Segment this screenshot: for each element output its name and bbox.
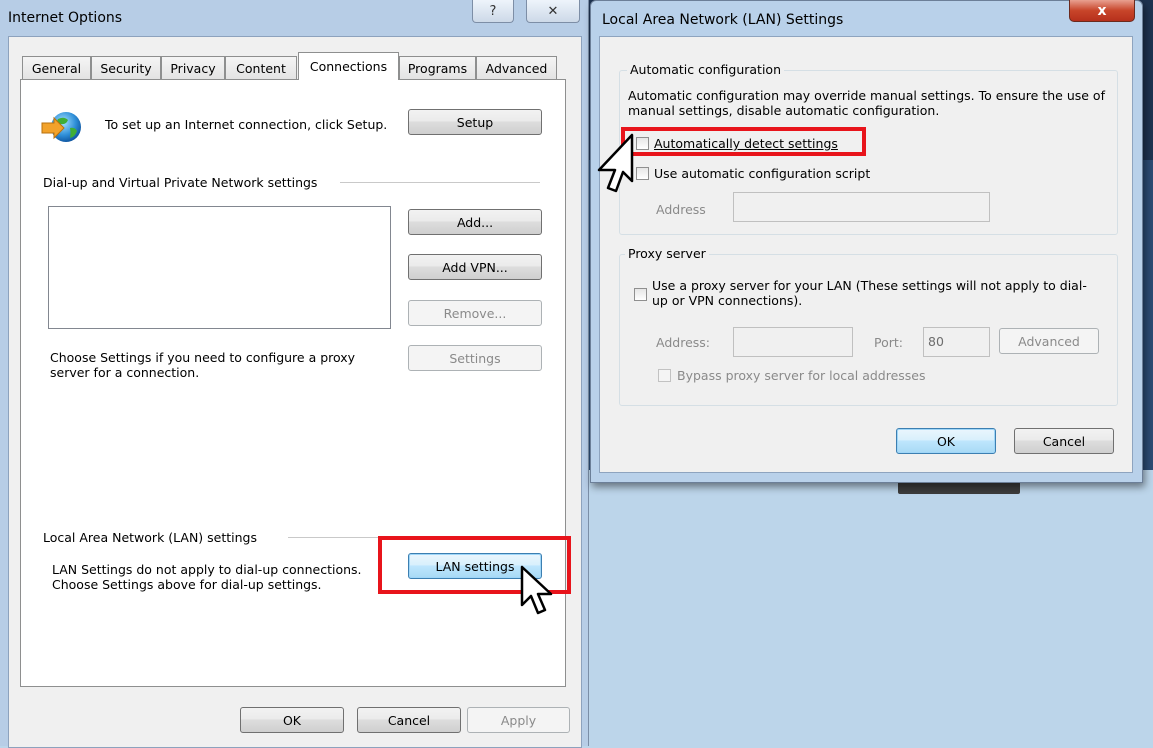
network-globe-icon [41,112,81,142]
connections-panel [20,79,566,687]
connections-listbox[interactable] [48,206,391,329]
settings-instruction-text: Choose Settings if you need to configure… [50,350,356,380]
close-icon: x [1097,2,1107,19]
tab-security[interactable]: Security [91,56,161,79]
lan-close-button[interactable]: x [1069,0,1135,22]
lan-group-label: Local Area Network (LAN) settings [43,530,258,545]
ok-button[interactable]: OK [240,707,344,733]
help-icon: ? [489,3,497,19]
tab-advanced[interactable]: Advanced [476,56,557,79]
use-proxy-checkbox[interactable] [634,288,647,301]
tab-general[interactable]: General [22,56,91,79]
internet-options-title: Internet Options [8,10,123,26]
bypass-label[interactable]: Bypass proxy server for local addresses [677,368,926,383]
setup-instruction-text: To set up an Internet connection, click … [105,117,388,132]
lan-settings-title: Local Area Network (LAN) Settings [602,12,844,28]
apply-button[interactable]: Apply [467,707,570,733]
auto-detect-highlight [621,127,866,156]
lan-instruction-text: LAN Settings do not apply to dial-up con… [52,562,362,592]
settings-button[interactable]: Settings [408,345,542,371]
auto-script-label[interactable]: Use automatic configuration script [654,166,870,181]
desktop-background-light [585,470,1153,746]
auto-address-input[interactable] [733,192,990,222]
auto-config-group-label: Automatic configuration [627,62,784,77]
dialup-group-divider [340,182,540,183]
close-button[interactable]: ✕ [526,0,580,23]
setup-button[interactable]: Setup [408,109,542,135]
add-vpn-button[interactable]: Add VPN... [408,254,542,280]
dialup-group-label: Dial-up and Virtual Private Network sett… [43,175,318,190]
tab-privacy[interactable]: Privacy [161,56,225,79]
help-button[interactable]: ? [472,0,514,23]
add-button[interactable]: Add... [408,209,542,235]
tab-connections[interactable]: Connections [298,52,399,80]
port-label: Port: [874,335,903,350]
lan-cancel-button[interactable]: Cancel [1014,428,1114,454]
tab-programs[interactable]: Programs [399,56,476,79]
mouse-cursor-icon [520,565,553,615]
close-icon: ✕ [547,3,559,19]
lan-ok-button[interactable]: OK [896,428,996,454]
bypass-checkbox[interactable] [658,369,671,382]
tab-content[interactable]: Content [225,56,297,79]
pointing-cursor-icon [597,133,634,193]
advanced-button[interactable]: Advanced [999,328,1099,354]
use-proxy-label[interactable]: Use a proxy server for your LAN (These s… [652,278,1102,308]
auto-script-checkbox[interactable] [636,167,649,180]
remove-button[interactable]: Remove... [408,300,542,326]
auto-config-description: Automatic configuration may override man… [628,88,1105,118]
auto-address-label: Address [656,202,706,217]
proxy-group-label: Proxy server [625,246,709,261]
cancel-button[interactable]: Cancel [357,707,461,733]
proxy-address-label: Address: [656,335,710,350]
port-input[interactable]: 80 [923,327,990,357]
proxy-address-input[interactable] [733,327,853,357]
